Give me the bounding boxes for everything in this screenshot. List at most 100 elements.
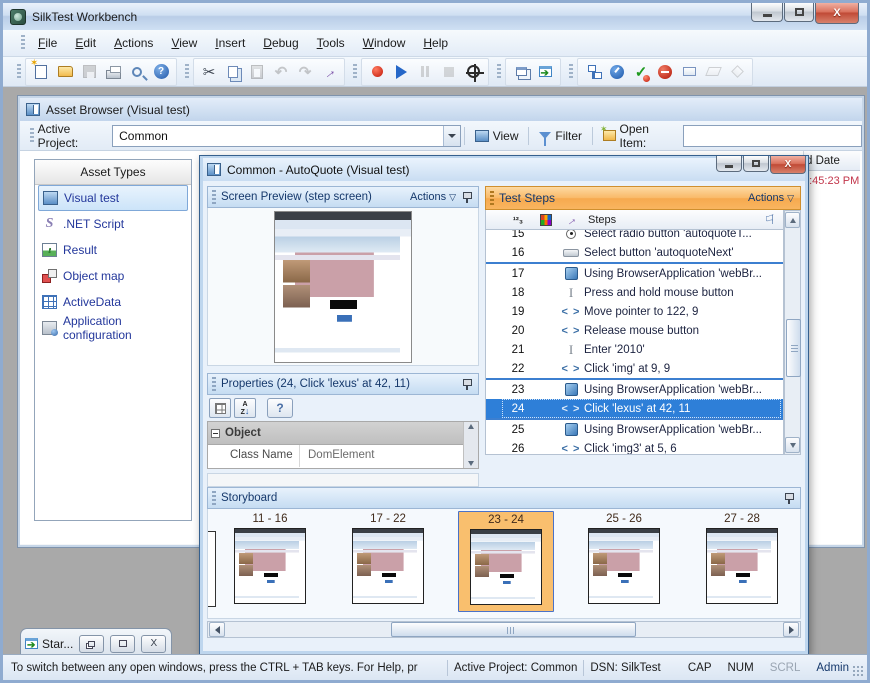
asset-type-activedata[interactable]: ActiveData	[38, 289, 188, 315]
storyboard-scrollbar[interactable]	[207, 621, 801, 638]
close-button[interactable]: X	[141, 635, 166, 653]
property-category-row[interactable]: Object	[208, 422, 463, 445]
scrollbar-track[interactable]	[226, 622, 782, 637]
storyboard-thumbnail-image[interactable]	[588, 528, 660, 604]
storyboard-thumbnail-23-24[interactable]: 23 - 24	[458, 511, 554, 612]
storyboard-thumbnail-image[interactable]	[470, 529, 542, 605]
menu-actions[interactable]: Actions	[105, 32, 162, 54]
timer-icon[interactable]	[606, 61, 628, 83]
menu-view[interactable]: View	[162, 32, 206, 54]
menu-tools[interactable]: Tools	[308, 32, 354, 54]
property-row[interactable]: Class Name DomElement	[208, 445, 463, 467]
identify-target-icon[interactable]	[462, 61, 484, 83]
minimize-button[interactable]	[751, 3, 783, 22]
test-step-row[interactable]: 20 < > Release mouse button	[486, 321, 783, 340]
scrollbar-thumb[interactable]	[391, 622, 636, 637]
pin-icon[interactable]	[461, 378, 473, 390]
step-number-column-icon[interactable]: ¹²₃	[502, 214, 534, 226]
storyboard-thumbnail-27-28[interactable]: 27 - 28	[694, 511, 790, 612]
properties-scrollbar[interactable]	[463, 422, 478, 468]
verify-icon[interactable]: ✓	[630, 61, 652, 83]
maximize-button[interactable]	[110, 635, 135, 653]
new-asset-icon[interactable]	[30, 61, 52, 83]
scroll-right-button[interactable]	[783, 622, 799, 637]
asset-type-visual-test[interactable]: Visual test	[38, 185, 188, 211]
test-step-row[interactable]: 16 Select button 'autoquoteNext'	[486, 243, 783, 262]
print-icon[interactable]	[102, 61, 124, 83]
menu-help[interactable]: Help	[414, 32, 457, 54]
asset-type-object-map[interactable]: Object map	[38, 263, 188, 289]
storyboard-thumbnail-image[interactable]	[234, 528, 306, 604]
cut-icon[interactable]: ✂	[198, 61, 220, 83]
restore-button[interactable]	[79, 635, 104, 653]
asset-type-result[interactable]: Result	[38, 237, 188, 263]
test-step-row[interactable]: 25 Using BrowserApplication 'webBr...	[486, 418, 783, 439]
close-button[interactable]: X	[770, 156, 806, 174]
flag-column-icon[interactable]: ⚐	[757, 212, 783, 228]
scroll-down-icon[interactable]	[468, 461, 474, 466]
help-icon[interactable]: ?	[150, 61, 172, 83]
minimize-button[interactable]	[716, 156, 742, 172]
pin-icon[interactable]	[783, 492, 795, 504]
copy-icon[interactable]	[222, 61, 244, 83]
test-step-row[interactable]: 19 < > Move pointer to 122, 9	[486, 302, 783, 321]
properties-help-button[interactable]: ?	[267, 398, 293, 418]
resize-grip-icon[interactable]	[853, 666, 865, 678]
test-steps-scrollbar[interactable]	[784, 210, 801, 455]
record-icon[interactable]	[366, 61, 388, 83]
scroll-up-button[interactable]	[785, 212, 800, 228]
modified-date-column-header[interactable]: d Date	[803, 151, 860, 171]
play-icon[interactable]	[390, 61, 412, 83]
asset-type--net-script[interactable]: S .NET Script	[38, 211, 188, 237]
steps-column-label[interactable]: Steps	[584, 214, 757, 226]
menu-debug[interactable]: Debug	[254, 32, 307, 54]
print-preview-icon[interactable]	[126, 61, 148, 83]
scroll-left-button[interactable]	[209, 622, 225, 637]
scrollbar-thumb[interactable]	[786, 319, 801, 377]
screenshot-column-icon[interactable]	[534, 213, 558, 225]
alphabetical-sort-button[interactable]: AZ	[234, 398, 256, 418]
test-step-row[interactable]: 26 < > Click 'img3' at 5, 6	[486, 439, 783, 455]
pin-icon[interactable]	[461, 191, 473, 203]
test-step-row[interactable]: 24 < > Click 'lexus' at 42, 11	[486, 399, 783, 418]
view-button[interactable]: View	[468, 126, 526, 146]
test-step-row[interactable]: 18 I Press and hold mouse button	[486, 283, 783, 302]
menu-edit[interactable]: Edit	[66, 32, 105, 54]
categorized-view-button[interactable]	[209, 398, 231, 418]
restore-button[interactable]	[743, 156, 769, 172]
playback-arrow-icon[interactable]: →	[318, 61, 340, 83]
storyboard-thumbnail-11-16[interactable]: 11 - 16	[222, 511, 318, 612]
asset-type-application-configuration[interactable]: Application configuration	[38, 315, 188, 341]
test-step-row[interactable]: 15 Select radio button 'autoquoteT...	[486, 230, 783, 243]
test-step-row[interactable]: 21 I Enter '2010'	[486, 340, 783, 359]
maximize-button[interactable]	[784, 3, 814, 22]
test-step-row[interactable]: 22 < > Click 'img' at 9, 9	[486, 359, 783, 378]
screen-preview-actions-button[interactable]: Actions▽	[410, 191, 456, 203]
menu-insert[interactable]: Insert	[206, 32, 254, 54]
open-item-input[interactable]	[683, 125, 862, 147]
storyboard-thumbnail-partial[interactable]	[207, 531, 216, 607]
step-screen-preview-image[interactable]	[274, 211, 412, 363]
storyboard-thumbnail-25-26[interactable]: 25 - 26	[576, 511, 672, 612]
menu-window[interactable]: Window	[354, 32, 415, 54]
remove-icon[interactable]	[654, 61, 676, 83]
export-icon[interactable]	[534, 61, 556, 83]
combo-dropdown-button[interactable]	[443, 126, 460, 146]
flow-rectangle-icon[interactable]	[678, 61, 700, 83]
scroll-down-button[interactable]	[785, 437, 800, 453]
collapse-icon[interactable]	[211, 429, 220, 438]
storyboard-thumbnail-image[interactable]	[706, 528, 778, 604]
active-project-combobox[interactable]: Common	[112, 125, 461, 147]
close-button[interactable]: X	[815, 3, 859, 24]
test-steps-actions-button[interactable]: Actions▽	[748, 192, 794, 204]
storyboard-thumbnail-image[interactable]	[352, 528, 424, 604]
steps-outline-icon[interactable]	[582, 61, 604, 83]
window-copy-icon[interactable]	[510, 61, 532, 83]
menu-file[interactable]: File	[29, 32, 66, 54]
storyboard-thumbnail-17-22[interactable]: 17 - 22	[340, 511, 436, 612]
filter-button[interactable]: Filter	[532, 126, 589, 146]
test-step-row[interactable]: 23 Using BrowserApplication 'webBr...	[486, 378, 783, 399]
scroll-up-icon[interactable]	[468, 424, 474, 429]
test-step-row[interactable]: 17 Using BrowserApplication 'webBr...	[486, 262, 783, 283]
action-column-icon[interactable]: →	[558, 213, 584, 227]
